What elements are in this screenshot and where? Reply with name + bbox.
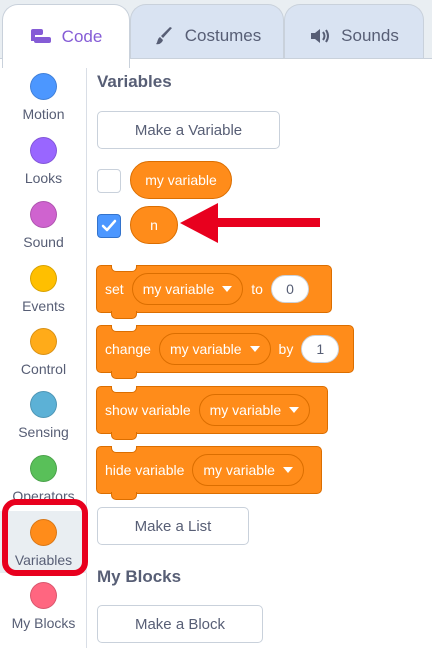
dropdown-value: my variable — [142, 281, 215, 297]
category-control[interactable]: Control — [0, 320, 87, 382]
hide-variable-dropdown[interactable]: my variable — [192, 454, 304, 486]
make-variable-button[interactable]: Make a Variable — [97, 111, 280, 149]
block-notch-top — [111, 446, 137, 453]
blocks-panel: Motion Looks Sound Events Control Sensin… — [0, 58, 432, 648]
block-notch-top — [111, 265, 137, 272]
operators-dot-icon — [30, 455, 57, 482]
change-value-input[interactable]: 1 — [301, 335, 340, 363]
category-motion[interactable]: Motion — [0, 65, 87, 127]
my-blocks-dot-icon — [30, 582, 57, 609]
sound-dot-icon — [30, 201, 57, 228]
set-to-label: to — [251, 281, 263, 297]
block-notch-bottom — [111, 492, 137, 500]
category-label: Motion — [22, 106, 65, 122]
hide-variable-label: hide variable — [105, 462, 185, 478]
block-notch-top — [111, 386, 137, 393]
set-variable-dropdown[interactable]: my variable — [131, 273, 244, 305]
category-sensing[interactable]: Sensing — [0, 383, 87, 445]
category-label: Control — [20, 361, 67, 377]
show-variable-block[interactable]: show variable my variable — [96, 386, 328, 440]
category-label: Sound — [23, 234, 64, 250]
variables-highlight-annotation — [2, 499, 88, 576]
my-variable-reporter[interactable]: my variable — [130, 161, 232, 199]
checkmark-icon — [101, 219, 117, 232]
paintbrush-icon — [153, 25, 175, 47]
variables-section-title: Variables — [97, 72, 172, 91]
category-label: Looks — [24, 170, 63, 186]
dropdown-value: my variable — [209, 402, 282, 418]
tab-costumes-label: Costumes — [184, 25, 262, 45]
category-sound[interactable]: Sound — [0, 193, 87, 255]
make-list-button[interactable]: Make a List — [97, 507, 249, 545]
motion-dot-icon — [30, 73, 57, 100]
block-notch-bottom — [111, 371, 137, 379]
dropdown-value: my variable — [203, 462, 275, 478]
block-notch-bottom — [111, 311, 137, 319]
tab-sounds-label: Sounds — [341, 25, 399, 45]
category-label: My Blocks — [11, 615, 76, 631]
show-variable-label: show variable — [105, 402, 191, 418]
change-variable-block[interactable]: change my variable by 1 — [96, 325, 354, 379]
tab-code[interactable]: Code — [2, 4, 130, 68]
looks-dot-icon — [30, 137, 57, 164]
control-dot-icon — [30, 328, 57, 355]
speaker-icon — [309, 25, 331, 47]
show-variable-dropdown[interactable]: my variable — [198, 394, 311, 426]
hide-variable-block[interactable]: hide variable my variable — [96, 446, 322, 500]
caret-down-icon — [282, 467, 293, 473]
block-notch-bottom — [111, 432, 137, 440]
sensing-dot-icon — [30, 391, 57, 418]
tab-sounds[interactable]: Sounds — [284, 4, 424, 66]
category-label: Events — [22, 298, 65, 314]
code-blocks-icon — [30, 26, 52, 48]
change-label: change — [105, 341, 151, 357]
n-reporter[interactable]: n — [130, 206, 178, 244]
events-dot-icon — [30, 265, 57, 292]
category-looks[interactable]: Looks — [0, 129, 87, 191]
change-variable-dropdown[interactable]: my variable — [158, 333, 271, 365]
dropdown-value: my variable — [169, 341, 242, 357]
tab-costumes[interactable]: Costumes — [130, 4, 284, 66]
set-value-input[interactable]: 0 — [270, 275, 309, 303]
caret-down-icon — [289, 407, 300, 413]
tab-code-label: Code — [61, 26, 103, 46]
caret-down-icon — [222, 286, 233, 292]
red-arrow-annotation-icon — [180, 203, 320, 243]
my-blocks-section-title: My Blocks — [97, 567, 182, 586]
caret-down-icon — [249, 346, 260, 352]
make-block-button[interactable]: Make a Block — [97, 605, 263, 643]
change-by-label: by — [278, 341, 294, 357]
set-label: set — [105, 281, 124, 297]
category-my-blocks[interactable]: My Blocks — [0, 574, 87, 636]
my-variable-checkbox[interactable] — [97, 169, 121, 193]
n-checkbox[interactable] — [97, 214, 121, 238]
block-notch-top — [111, 325, 137, 332]
category-label: Sensing — [18, 424, 69, 440]
set-variable-block[interactable]: set my variable to 0 — [96, 265, 332, 319]
scratch-editor: Code Costumes Sounds Motion Looks Sound — [0, 0, 432, 648]
category-events[interactable]: Events — [0, 257, 87, 319]
block-palette: Variables Make a Variable my variable n … — [88, 59, 432, 648]
